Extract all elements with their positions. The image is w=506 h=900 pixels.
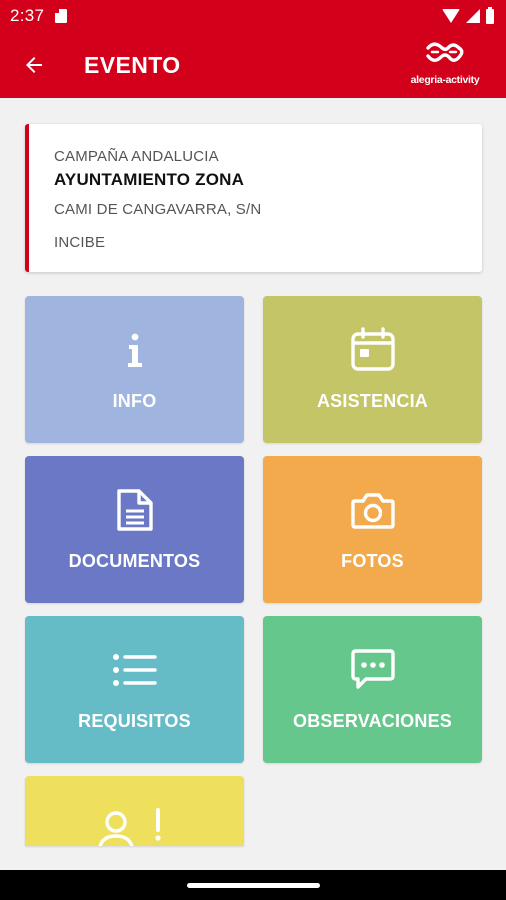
camera-icon	[349, 486, 397, 534]
app-bar: EVENTO alegria-activity	[0, 32, 506, 98]
event-name: AYUNTAMIENTO ZONA	[54, 170, 245, 189]
list-icon	[111, 646, 159, 694]
brand-mark-icon	[426, 42, 464, 62]
system-nav-bar	[0, 870, 506, 900]
photos-label: FOTOS	[341, 551, 404, 571]
observations-button[interactable]: OBSERVACIONES	[263, 616, 482, 763]
event-card: CAMPAÑA ANDALUCIA AYUNTAMIENTO ZONA CAMI…	[25, 124, 482, 272]
signal-icon	[466, 9, 480, 23]
info-icon	[111, 326, 159, 374]
status-icons	[442, 6, 494, 24]
requirements-label: REQUISITOS	[78, 711, 191, 731]
info-button[interactable]: INFO	[25, 296, 244, 443]
event-organizer: INCIBE	[54, 234, 106, 251]
status-time: 2:37	[10, 6, 45, 25]
documents-label: DOCUMENTOS	[68, 551, 201, 571]
photos-button[interactable]: FOTOS	[263, 456, 482, 603]
brand-logo: alegria-activity	[404, 42, 486, 88]
observations-label: OBSERVACIONES	[293, 711, 452, 731]
back-button[interactable]	[18, 49, 50, 81]
documents-button[interactable]: DOCUMENTOS	[25, 456, 244, 603]
home-gesture-handle[interactable]	[187, 883, 320, 888]
status-bar: 2:37	[0, 0, 506, 32]
info-label: INFO	[112, 391, 157, 411]
incidents-button[interactable]	[25, 776, 244, 846]
event-campaign: CAMPAÑA ANDALUCIA	[54, 148, 219, 165]
page-title: EVENTO	[84, 52, 181, 78]
chat-icon	[349, 646, 397, 694]
document-icon	[111, 486, 159, 534]
wifi-icon	[442, 9, 460, 23]
requirements-button[interactable]: REQUISITOS	[25, 616, 244, 763]
event-address: CAMI DE CANGAVARRA, S/N	[54, 201, 262, 218]
user-alert-icon	[95, 806, 175, 846]
attendance-label: ASISTENCIA	[316, 391, 428, 411]
attendance-button[interactable]: ASISTENCIA	[263, 296, 482, 443]
brand-name: alegria-activity	[410, 74, 480, 86]
battery-icon	[486, 6, 494, 24]
sim-card-icon	[55, 9, 67, 23]
arrow-left-icon	[26, 57, 42, 73]
calendar-icon	[349, 326, 397, 374]
